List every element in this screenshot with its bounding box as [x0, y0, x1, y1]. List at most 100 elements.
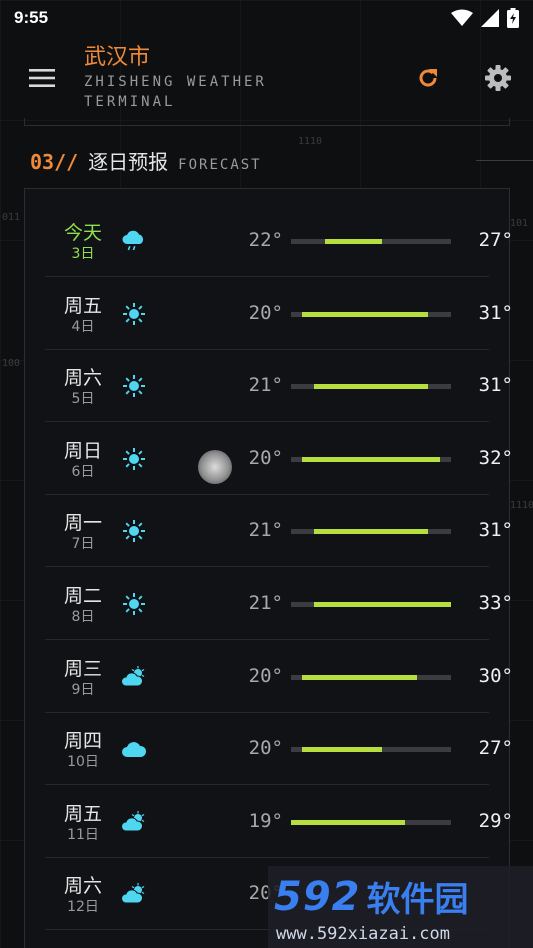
- status-bar: 9:55: [0, 0, 533, 36]
- temp-range-bar: [291, 311, 451, 317]
- watermark: 592 软件园 www.592xiazai.com: [268, 866, 533, 948]
- high-temp: 29°: [478, 809, 513, 832]
- city-name: 武汉市: [84, 45, 151, 70]
- high-temp: 30°: [478, 664, 513, 687]
- day-name: 周五: [63, 802, 102, 825]
- day-label: 周二 8日: [45, 568, 121, 640]
- high-temp: 32°: [478, 446, 513, 469]
- section-title: 逐日预报: [88, 150, 169, 174]
- sun-icon: [123, 520, 145, 543]
- cloud-icon: [122, 742, 147, 758]
- menu-button[interactable]: [0, 36, 84, 120]
- forecast-card: 今天 3日 22° 27° 周五 4日 20° 31° 周六 5日 21° 31° 周日 6日 20° 32°…: [24, 188, 513, 948]
- sun-icon: [123, 302, 145, 325]
- background-tag: 100: [2, 358, 21, 369]
- temp-range-fill: [302, 311, 429, 317]
- forecast-row[interactable]: 周五 11日 19° 29°: [45, 786, 513, 858]
- low-temp: 21°: [248, 519, 283, 542]
- menu-icon: [29, 69, 55, 87]
- forecast-row[interactable]: 周四 10日 20° 27°: [45, 713, 513, 786]
- day-label: 周五 11日: [45, 786, 121, 858]
- temp-range-bar: [291, 747, 451, 753]
- touch-indicator: [198, 450, 232, 484]
- partly-cloudy-icon: [121, 883, 145, 904]
- low-temp: 21°: [248, 374, 283, 397]
- temp-range-bar: [291, 456, 451, 462]
- gear-icon: [485, 65, 511, 91]
- temp-range-fill: [325, 239, 383, 244]
- forecast-row[interactable]: 周日 6日 20° 32°: [45, 423, 513, 495]
- forecast-row[interactable]: 周二 8日 21° 33°: [45, 568, 513, 640]
- app-subtitle: ZHISHENG WEATHER TERMINAL: [84, 74, 267, 110]
- background-tag: 011: [2, 212, 21, 223]
- day-date: 3日: [71, 246, 95, 262]
- sun-icon: [123, 447, 145, 470]
- sun-icon: [123, 375, 145, 398]
- high-temp: 31°: [478, 301, 513, 324]
- status-time: 9:55: [14, 8, 49, 27]
- rain-cloud-icon: [122, 230, 144, 251]
- high-temp: 27°: [478, 737, 513, 760]
- day-label: 今天 3日: [45, 205, 121, 277]
- refresh-icon: [419, 69, 437, 87]
- low-temp: 20°: [248, 737, 283, 760]
- day-date: 12日: [67, 899, 99, 916]
- day-date: 11日: [67, 826, 99, 843]
- temp-range-fill: [302, 674, 417, 680]
- day-date: 6日: [71, 463, 95, 480]
- wifi-icon: [451, 9, 473, 26]
- day-date: 8日: [71, 609, 95, 625]
- battery-icon: [507, 8, 519, 28]
- status-icons: [451, 8, 519, 28]
- high-temp: 31°: [478, 374, 513, 397]
- section-line: [476, 160, 533, 161]
- day-name: 周二: [63, 585, 102, 607]
- high-temp: 27°: [478, 229, 513, 251]
- temp-range-bar: [291, 239, 451, 244]
- low-temp: 22°: [248, 229, 283, 251]
- app-bar: 武汉市 ZHISHENG WEATHER TERMINAL: [0, 36, 533, 120]
- watermark-name: 软件园: [366, 880, 469, 920]
- day-name: 周日: [63, 439, 102, 462]
- temp-range-fill: [313, 602, 451, 607]
- temp-range-bar: [291, 602, 451, 607]
- forecast-row[interactable]: 周六 5日 21° 31°: [45, 350, 513, 423]
- sun-icon: [123, 593, 145, 615]
- section-title-en: FORECAST: [178, 157, 262, 173]
- forecast-row[interactable]: 周三 9日 20° 30°: [45, 641, 513, 713]
- day-label: 周五 4日: [45, 278, 121, 350]
- temp-range-bar: [291, 529, 451, 535]
- low-temp: 21°: [248, 592, 283, 614]
- high-temp: 33°: [478, 592, 513, 614]
- day-name: 周三: [63, 657, 102, 680]
- watermark-number: 592: [274, 873, 361, 920]
- section-header: 03// 逐日预报 FORECAST: [30, 146, 262, 175]
- watermark-url: www.592xiazai.com: [276, 924, 450, 944]
- day-label: 周一 7日: [45, 495, 121, 567]
- day-label: 周四 10日: [45, 713, 121, 785]
- temp-range-fill: [302, 456, 440, 462]
- temp-range-fill: [313, 384, 429, 390]
- day-date: 9日: [71, 681, 95, 698]
- forecast-row[interactable]: 今天 3日 22° 27°: [45, 205, 513, 277]
- signal-icon: [481, 9, 499, 27]
- partly-cloudy-icon: [121, 665, 145, 687]
- forecast-row[interactable]: 周一 7日 21° 31°: [45, 495, 513, 568]
- day-name: 周一: [63, 512, 102, 535]
- settings-button[interactable]: [463, 36, 533, 120]
- temp-range-bar: [291, 384, 451, 390]
- day-label: 周六 12日: [45, 858, 121, 930]
- day-name: 今天: [63, 222, 102, 244]
- temp-range-bar: [291, 819, 451, 825]
- refresh-button[interactable]: [393, 36, 463, 120]
- day-label: 周日 6日: [45, 423, 121, 495]
- day-name: 周五: [63, 294, 102, 317]
- section-number: 03//: [30, 150, 79, 174]
- app-titles: 武汉市 ZHISHENG WEATHER TERMINAL: [84, 44, 393, 112]
- temp-range-bar: [291, 674, 451, 680]
- day-name: 周六: [63, 367, 102, 390]
- day-label: 周六 5日: [45, 350, 121, 422]
- forecast-row[interactable]: 周五 4日 20° 31°: [45, 278, 513, 350]
- day-name: 周六: [63, 875, 102, 898]
- partly-cloudy-icon: [121, 810, 145, 832]
